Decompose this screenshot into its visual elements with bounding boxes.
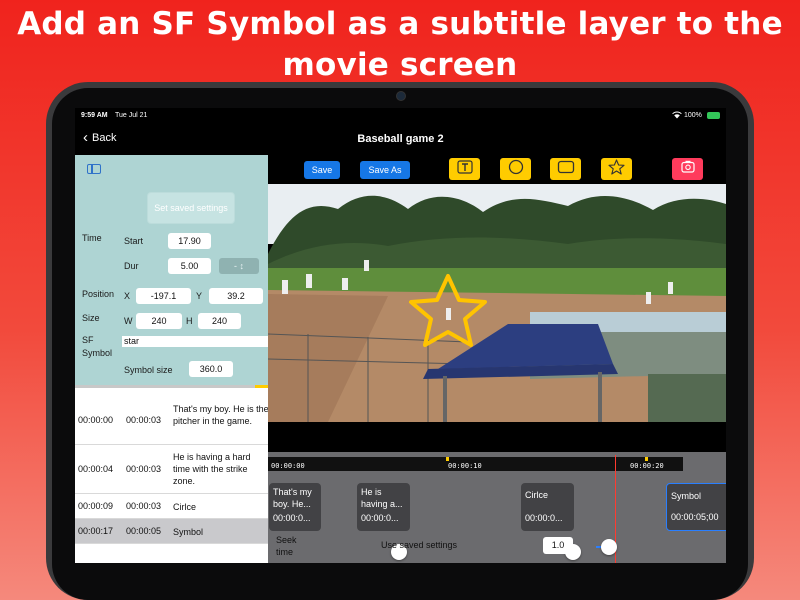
subtitle-list: 00:00:00 00:00:03 That's my boy. He is t…	[75, 395, 269, 544]
subtitle-text: Symbol	[173, 527, 204, 537]
clip-title: That's my boy. He...	[273, 487, 312, 509]
page-title: Baseball game 2	[357, 133, 444, 145]
add-circle-button[interactable]	[500, 158, 531, 180]
x-label: X	[124, 291, 131, 301]
subtitle-row[interactable]: 00:00:00 00:00:03 That's my boy. He is t…	[75, 395, 269, 445]
ruler-label: 00:00:00	[271, 462, 305, 470]
ruler-label: 00:00:10	[448, 462, 482, 470]
speed-slider-thumb[interactable]	[601, 539, 617, 555]
clip-title: He is having a...	[361, 487, 403, 509]
timeline-clip[interactable]: That's my boy. He... 00:00:0...	[269, 483, 321, 531]
sidebar-toggle-icon[interactable]	[87, 164, 101, 174]
timeline-ruler: 00:00:00 00:00:10 00:00:20	[268, 457, 683, 471]
headline: Add an SF Symbol as a subtitle layer to …	[17, 6, 783, 83]
text-icon	[456, 159, 473, 179]
subtitle-duration: 00:00:05	[126, 526, 162, 536]
time-label: Time	[82, 233, 102, 243]
baseball-field-image	[268, 184, 726, 422]
add-symbol-button[interactable]	[601, 158, 632, 180]
y-label: Y	[196, 291, 203, 301]
subtitle-start: 00:00:04	[78, 464, 114, 474]
circle-icon	[508, 159, 524, 180]
dur-label: Dur	[124, 261, 139, 271]
x-field[interactable]: -197.1	[136, 288, 191, 304]
navigation-bar: ‹ Back Baseball game 2	[75, 126, 726, 156]
h-field[interactable]: 240	[198, 313, 241, 329]
subtitle-row[interactable]: 00:00:04 00:00:03 He is having a hard ti…	[75, 445, 268, 494]
seek-time-label: Seek time	[276, 534, 297, 558]
timeline-clip[interactable]: He is having a... 00:00:0...	[357, 483, 410, 531]
symbol-label: Symbol	[82, 348, 113, 358]
dur-field[interactable]: 5.00	[168, 258, 211, 274]
w-field[interactable]: 240	[136, 313, 182, 329]
status-bar: 9:59 AM Tue Jul 21 100%	[75, 108, 726, 126]
star-icon	[608, 158, 625, 180]
symbol-size-label: Symbol size	[124, 365, 173, 375]
seek-label-line1: Seek	[276, 535, 297, 545]
seek-label-line2: time	[276, 547, 294, 557]
position-label: Position	[82, 289, 115, 299]
subtitle-duration: 00:00:03	[126, 501, 162, 511]
rectangle-icon	[557, 160, 575, 179]
editor-toolbar: Save Save As	[268, 155, 726, 184]
battery-percent: 100%	[684, 112, 702, 119]
ruler-label: 00:00:20	[630, 462, 664, 470]
sf-symbol-field[interactable]: star	[122, 336, 268, 347]
start-field[interactable]: 17.90	[168, 233, 211, 249]
status-time: 9:59 AM	[81, 112, 108, 119]
ruler-marker	[645, 457, 648, 461]
camera-icon	[396, 91, 406, 101]
subtitle-start: 00:00:00	[78, 415, 114, 425]
timeline-clip[interactable]: Cirlce 00:00:0...	[521, 483, 574, 531]
subtitle-start: 00:00:17	[78, 526, 114, 536]
timeline-clip-selected[interactable]: Symbol 00:00:05;00	[666, 483, 726, 531]
wifi-icon	[672, 111, 682, 121]
add-text-button[interactable]	[449, 158, 480, 180]
subtitle-row[interactable]: 00:00:09 00:00:03 Cirlce	[75, 494, 268, 519]
timeline: 00:00:00 00:00:10 00:00:20 That's my boy…	[268, 452, 726, 563]
save-button[interactable]: Save	[304, 161, 340, 179]
settings-panel: Set saved settings Time Start 17.90 Dur …	[75, 155, 268, 388]
use-saved-settings-label: Use saved settings	[381, 540, 458, 550]
subtitle-text: That's my boy. He is the pitcher in the …	[173, 404, 269, 426]
status-date: Tue Jul 21	[115, 112, 148, 119]
panel-divider	[75, 385, 268, 388]
app-screen: 9:59 AM Tue Jul 21 100% ‹ Back Baseball …	[75, 108, 726, 563]
clip-title: Symbol	[671, 491, 702, 501]
clip-time: 00:00:05;00	[671, 512, 719, 522]
w-label: W	[124, 316, 133, 326]
speed-field[interactable]: 1.0	[543, 537, 573, 554]
preview-letterbox	[268, 422, 726, 452]
symbol-size-field[interactable]: 360.0	[189, 361, 233, 377]
clip-time: 00:00:0...	[361, 513, 399, 523]
set-saved-settings-button[interactable]: Set saved settings	[147, 192, 235, 224]
clip-time: 00:00:0...	[525, 513, 563, 523]
movie-preview[interactable]	[268, 184, 726, 422]
save-as-button[interactable]: Save As	[360, 161, 410, 179]
subtitle-text: Cirlce	[173, 502, 197, 512]
clip-time: 00:00:0...	[273, 513, 311, 523]
subtitle-duration: 00:00:03	[126, 415, 162, 425]
size-label: Size	[82, 313, 100, 323]
subtitle-duration: 00:00:03	[126, 464, 162, 474]
ruler-marker	[446, 457, 449, 461]
subtitle-text: He is having a hard time with the strike…	[173, 452, 251, 486]
sf-label: SF	[82, 335, 94, 345]
start-label: Start	[124, 236, 144, 246]
h-label: H	[186, 316, 193, 326]
camera-icon	[680, 160, 695, 178]
y-field[interactable]: 39.2	[209, 288, 263, 304]
dur-stepper[interactable]: - ↕	[219, 258, 259, 274]
export-button[interactable]	[672, 158, 703, 180]
add-rectangle-button[interactable]	[550, 158, 581, 180]
battery-icon	[707, 112, 720, 119]
subtitle-row-selected[interactable]: 00:00:17 00:00:05 Symbol	[75, 519, 268, 544]
clip-title: Cirlce	[525, 490, 549, 500]
subtitle-start: 00:00:09	[78, 501, 114, 511]
left-panel: Set saved settings Time Start 17.90 Dur …	[75, 155, 269, 563]
